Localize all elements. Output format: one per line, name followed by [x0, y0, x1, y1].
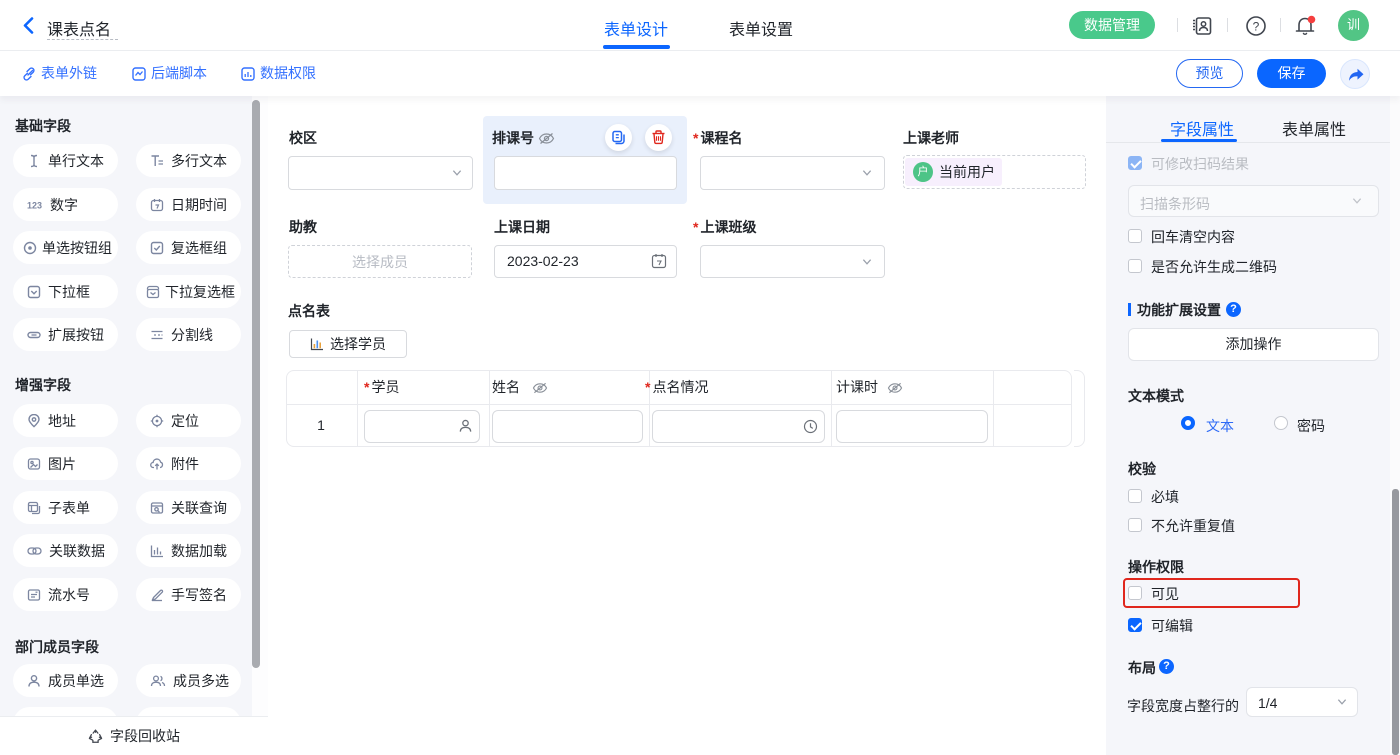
svg-text:?: ?: [1253, 20, 1260, 34]
svg-text:123: 123: [27, 200, 42, 210]
